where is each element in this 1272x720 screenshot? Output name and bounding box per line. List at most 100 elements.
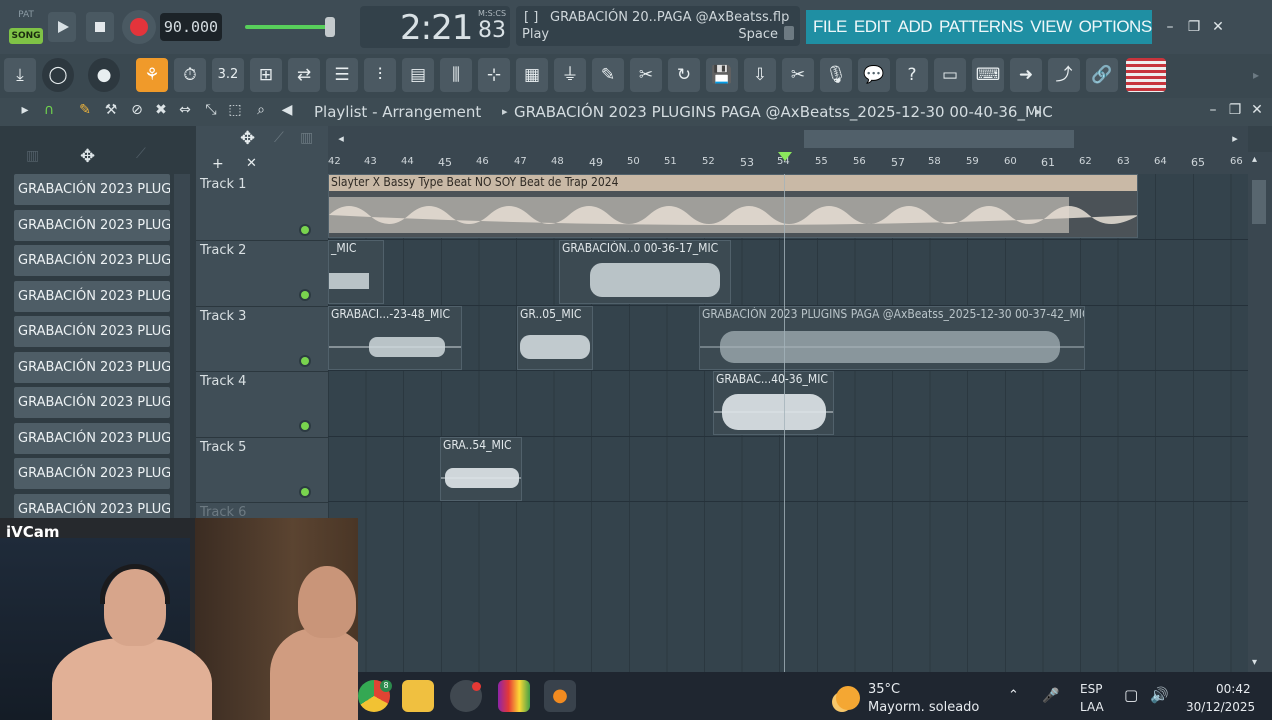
delete-icon[interactable]: ⊘ bbox=[126, 102, 148, 122]
chat-icon[interactable]: 💬 bbox=[858, 58, 890, 92]
plugin-picker-icon[interactable]: ⊹ bbox=[478, 58, 510, 92]
tempo-display[interactable]: 90.000 bbox=[160, 13, 222, 41]
vscroll-thumb[interactable] bbox=[1252, 180, 1266, 224]
track-name-1[interactable]: Track 1 bbox=[200, 177, 246, 192]
brush-icon[interactable]: ✎ bbox=[592, 58, 624, 92]
master-volume-slider[interactable] bbox=[245, 17, 335, 37]
keyboard-icon[interactable]: ⌨ bbox=[972, 58, 1004, 92]
play-button[interactable] bbox=[48, 12, 76, 42]
magnet-icon[interactable]: ∩ bbox=[38, 102, 60, 122]
step-icon[interactable]: 3.2 bbox=[212, 58, 244, 92]
lang-secondary[interactable]: LAA bbox=[1080, 700, 1104, 714]
scroll-up-icon[interactable]: ▴ bbox=[1252, 154, 1257, 165]
minimize-icon[interactable]: – bbox=[1160, 17, 1180, 37]
chevron-right-icon[interactable]: ▸ bbox=[1246, 58, 1266, 92]
pattern-item[interactable]: GRABACIÓN 2023 PLUGINS... bbox=[14, 387, 170, 418]
browser-icon[interactable]: ▦ bbox=[516, 58, 548, 92]
track-name-3[interactable]: Track 3 bbox=[200, 309, 246, 324]
picker-icon-a[interactable]: ▥ bbox=[26, 148, 39, 164]
picker-icon-b[interactable]: ✥ bbox=[80, 146, 95, 167]
horizontal-scrollbar[interactable]: ◂ ▸ bbox=[328, 126, 1248, 152]
scroll-right-icon[interactable]: ▸ bbox=[1226, 130, 1244, 148]
audio-clip[interactable]: Slayter X Bassy Type Beat NO SOY Beat de… bbox=[328, 174, 1138, 238]
pat-song-toggle[interactable]: PAT SONG bbox=[8, 8, 44, 46]
slide-icon[interactable]: ⤴ bbox=[1048, 58, 1080, 92]
playlist-close-icon[interactable]: ✕ bbox=[1246, 102, 1268, 122]
scroll-left-icon[interactable]: ◂ bbox=[332, 130, 350, 148]
scroll-down-icon[interactable]: ▾ bbox=[1252, 657, 1257, 668]
master-volume-knob[interactable] bbox=[325, 17, 335, 37]
menu-patterns[interactable]: PATTERNS bbox=[939, 10, 1024, 44]
pat-label[interactable]: PAT bbox=[10, 10, 42, 24]
zoom-icon[interactable]: ⌕ bbox=[250, 102, 272, 122]
audio-clip[interactable]: GRABAC...40-36_MIC bbox=[713, 371, 834, 435]
audio-clip[interactable]: GRABACIÓN..0 00-36-17_MIC bbox=[559, 240, 731, 304]
restore-icon[interactable]: ❐ bbox=[1184, 17, 1204, 37]
cut-icon[interactable]: ✂ bbox=[630, 58, 662, 92]
window-icon[interactable]: ▭ bbox=[934, 58, 966, 92]
knob-icon[interactable]: ● bbox=[88, 58, 120, 92]
close-icon[interactable]: ✕ bbox=[1208, 17, 1228, 37]
track-led-4[interactable] bbox=[301, 422, 309, 430]
playhead-marker[interactable] bbox=[778, 152, 792, 161]
arrow-menu-icon[interactable]: ▸ bbox=[14, 102, 36, 122]
menu-file[interactable]: FILE bbox=[813, 10, 847, 44]
audio-clip[interactable]: GR..05_MIC bbox=[517, 306, 593, 370]
flag-icon[interactable] bbox=[1126, 58, 1166, 92]
weather-icon[interactable] bbox=[836, 686, 860, 710]
audio-clip[interactable]: GRABACIÓN 2023 PLUGINS PAGA @AxBeatss_20… bbox=[699, 306, 1085, 370]
menu-edit[interactable]: EDIT bbox=[854, 10, 891, 44]
folder-icon[interactable] bbox=[402, 680, 434, 712]
link-icon[interactable]: 🔗 bbox=[1086, 58, 1118, 92]
mixer-icon[interactable]: ⫼ bbox=[440, 58, 472, 92]
picker-icon-c[interactable]: ⟋ bbox=[136, 146, 146, 162]
playlist-restore-icon[interactable]: ❐ bbox=[1224, 102, 1246, 122]
audio-clip[interactable]: GRA..54_MIC bbox=[440, 437, 522, 501]
pattern-item[interactable]: GRABACIÓN 2023 PLUGINS... bbox=[14, 245, 170, 276]
loop-record-icon[interactable]: ⏱ bbox=[174, 58, 206, 92]
pencil-icon[interactable]: ✎ bbox=[74, 102, 96, 122]
move-icon[interactable]: ✥ bbox=[240, 128, 255, 149]
scroll-thumb[interactable] bbox=[804, 130, 1074, 148]
track-led-3[interactable] bbox=[301, 357, 309, 365]
wait-icon[interactable]: ⚘ bbox=[136, 58, 168, 92]
help-icon[interactable]: ? bbox=[896, 58, 928, 92]
clock-date[interactable]: 30/12/2025 bbox=[1186, 700, 1255, 714]
track-name-2[interactable]: Track 2 bbox=[200, 243, 246, 258]
paint-icon[interactable]: ⚒ bbox=[100, 102, 122, 122]
track-led-5[interactable] bbox=[301, 488, 309, 496]
slip-icon[interactable]: ⇔ bbox=[174, 102, 196, 122]
winrar-icon[interactable] bbox=[498, 680, 530, 712]
menu-view[interactable]: VIEW bbox=[1030, 10, 1072, 44]
volume-icon[interactable]: 🔊 bbox=[1150, 686, 1169, 704]
chevron-up-icon[interactable]: ⌃ bbox=[1008, 688, 1019, 703]
pattern-item[interactable]: GRABACIÓN 2023 PLUGINS... bbox=[14, 352, 170, 383]
loop-icon[interactable]: ↻ bbox=[668, 58, 700, 92]
pattern-item[interactable]: GRABACIÓN 2023 PLUGINS... bbox=[14, 423, 170, 454]
plugin-icon[interactable]: ⏚ bbox=[554, 58, 586, 92]
playlist-grid[interactable]: Slayter X Bassy Type Beat NO SOY Beat de… bbox=[328, 174, 1248, 672]
slice-icon[interactable]: ⤡ bbox=[200, 102, 222, 122]
channel-rack-icon[interactable]: ▤ bbox=[402, 58, 434, 92]
menu-add[interactable]: ADD bbox=[898, 10, 933, 44]
slide-tool-icon[interactable]: ⟋ bbox=[274, 130, 284, 146]
add-channel-icon[interactable]: ⊞ bbox=[250, 58, 282, 92]
pattern-item[interactable]: GRABACIÓN 2023 PLUGINS... bbox=[14, 210, 170, 241]
render-icon[interactable]: ⇩ bbox=[744, 58, 776, 92]
mute-icon[interactable]: ✖ bbox=[150, 102, 172, 122]
pattern-item[interactable]: GRABACIÓN 2023 PLUGINS... bbox=[14, 316, 170, 347]
playlist-minimize-icon[interactable]: – bbox=[1202, 102, 1224, 122]
add-track-icon[interactable]: + bbox=[212, 156, 224, 172]
mixer-bars-icon[interactable]: ⫶ bbox=[364, 58, 396, 92]
pattern-item[interactable]: GRABACIÓN 2023 PLUGINS... bbox=[14, 281, 170, 312]
song-label[interactable]: SONG bbox=[9, 28, 43, 44]
download-icon[interactable]: ⤓ bbox=[4, 58, 36, 92]
metronome-icon[interactable]: ◯ bbox=[42, 58, 74, 92]
track-led-1[interactable] bbox=[301, 226, 309, 234]
piano-roll-icon[interactable]: ☰ bbox=[326, 58, 358, 92]
clock-time[interactable]: 00:42 bbox=[1216, 682, 1251, 696]
fl-studio-icon[interactable]: ● bbox=[544, 680, 576, 712]
network-icon[interactable]: ▢ bbox=[1124, 686, 1138, 704]
grid-tool-icon[interactable]: ▥ bbox=[300, 130, 313, 146]
mic-tray-icon[interactable]: 🎤 bbox=[1042, 688, 1059, 704]
